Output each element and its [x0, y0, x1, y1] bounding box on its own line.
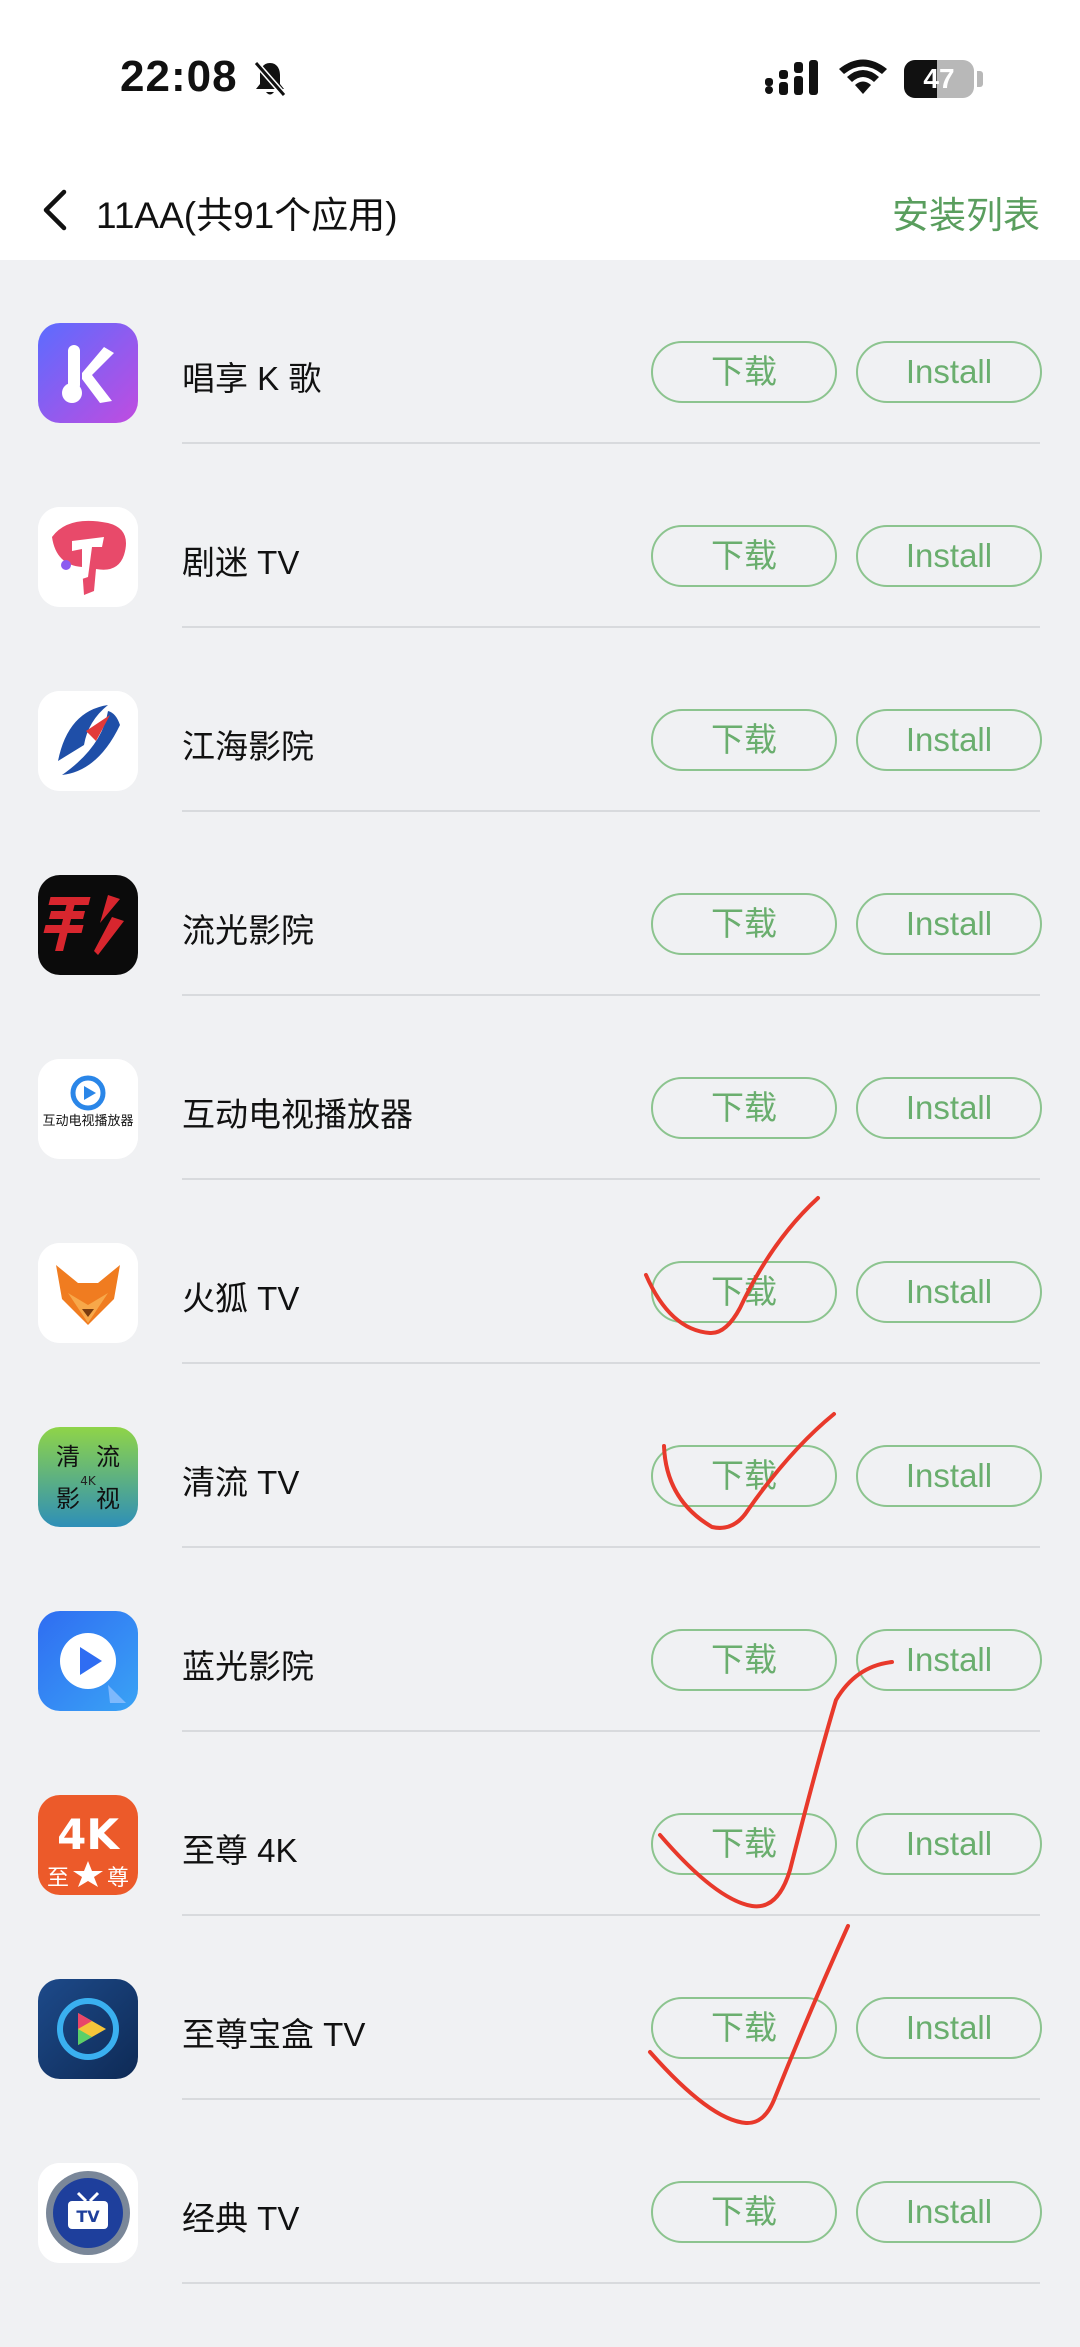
list-item: 清 流 影 视 4K 清流 TV 下载 Install: [0, 1364, 1080, 1548]
app-name: 至尊 4K: [182, 1832, 298, 1869]
install-button[interactable]: Install: [856, 893, 1042, 955]
list-item: 唱享 K 歌 下载 Install: [0, 260, 1080, 444]
qingliu-icon-text-2: 流: [96, 1443, 120, 1471]
fox-tv-icon[interactable]: [38, 1243, 138, 1343]
install-button[interactable]: Install: [856, 1997, 1042, 2059]
cellular-signal-icon: [765, 60, 818, 95]
classic-tv-icon[interactable]: TV: [38, 2163, 138, 2263]
app-list: 唱享 K 歌 下载 Install 剧迷 TV 下载 Install 江海影院 …: [0, 260, 1080, 2284]
zhizun-box-tv-icon[interactable]: [38, 1979, 138, 2079]
list-item: 流光影院 下载 Install: [0, 812, 1080, 996]
zhizun-icon-text-1: 至: [47, 1866, 69, 1891]
chevron-left-icon: [43, 189, 67, 231]
zhizun-4k-icon[interactable]: 4K 至 尊: [38, 1795, 138, 1895]
install-button[interactable]: Install: [856, 1261, 1042, 1323]
install-button[interactable]: Install: [856, 2181, 1042, 2243]
app-name: 至尊宝盒 TV: [182, 2016, 366, 2053]
app-name: 蓝光影院: [182, 1648, 314, 1685]
download-button[interactable]: 下载: [651, 341, 837, 403]
install-list-button[interactable]: 安装列表: [892, 185, 1040, 239]
app-name: 互动电视播放器: [182, 1096, 413, 1133]
battery-nub: [977, 71, 983, 87]
liuguang-cinema-icon[interactable]: [38, 875, 138, 975]
app-name: 清流 TV: [182, 1464, 300, 1501]
download-button[interactable]: 下载: [651, 1445, 837, 1507]
list-item: 互动电视播放器 互动电视播放器 下载 Install: [0, 996, 1080, 1180]
status-time: 22:08: [120, 52, 238, 101]
wifi-icon: [839, 59, 887, 94]
nav-bar: 11AA(共91个应用) 安装列表: [0, 160, 1080, 260]
list-item: TV 经典 TV 下载 Install: [0, 2100, 1080, 2284]
app-list-screen: 22:08 47 11AA(共91个应用) 安装列表 唱享 K 歌 下载 Ins…: [0, 0, 1080, 2347]
qingliu-icon-text-3: 影: [56, 1485, 80, 1513]
install-button[interactable]: Install: [856, 709, 1042, 771]
qingliu-icon-text-4k: 4K: [80, 1474, 97, 1488]
page-title: 11AA(共91个应用): [96, 195, 398, 236]
status-bar: 22:08 47: [0, 0, 1080, 160]
qingliu-icon-text-4: 视: [96, 1485, 120, 1513]
download-button[interactable]: 下载: [651, 2181, 837, 2243]
install-button[interactable]: Install: [856, 1077, 1042, 1139]
list-item: 蓝光影院 下载 Install: [0, 1548, 1080, 1732]
download-button[interactable]: 下载: [651, 1813, 837, 1875]
zhizun-icon-text-4k: 4K: [57, 1810, 120, 1859]
header: 22:08 47 11AA(共91个应用) 安装列表: [0, 0, 1080, 260]
blueray-play-icon[interactable]: [38, 1611, 138, 1711]
karaoke-k-icon[interactable]: [38, 323, 138, 423]
install-button[interactable]: Install: [856, 525, 1042, 587]
back-button[interactable]: [36, 180, 96, 240]
download-button[interactable]: 下载: [651, 709, 837, 771]
install-button[interactable]: Install: [856, 1445, 1042, 1507]
install-button[interactable]: Install: [856, 341, 1042, 403]
list-item: 至尊宝盒 TV 下载 Install: [0, 1916, 1080, 2100]
jumi-tv-icon[interactable]: [38, 507, 138, 607]
list-item: 剧迷 TV 下载 Install: [0, 444, 1080, 628]
jianghai-cinema-icon[interactable]: [38, 691, 138, 791]
download-button[interactable]: 下载: [651, 1261, 837, 1323]
battery-percent: 47: [923, 63, 955, 94]
hudong-tv-player-icon[interactable]: 互动电视播放器: [38, 1059, 138, 1159]
battery-indicator: 47: [904, 60, 974, 98]
app-name: 剧迷 TV: [182, 544, 300, 581]
divider: [182, 2282, 1040, 2284]
list-item: 4K 至 尊 至尊 4K 下载 Install: [0, 1732, 1080, 1916]
app-name: 火狐 TV: [182, 1280, 300, 1317]
download-button[interactable]: 下载: [651, 893, 837, 955]
install-button[interactable]: Install: [856, 1813, 1042, 1875]
download-button[interactable]: 下载: [651, 1997, 837, 2059]
classic-tv-icon-text: TV: [76, 2207, 100, 2226]
bell-muted-icon: [253, 61, 287, 97]
app-name: 江海影院: [182, 728, 314, 765]
qingliu-tv-icon[interactable]: 清 流 影 视 4K: [38, 1427, 138, 1527]
qingliu-icon-text-1: 清: [56, 1443, 80, 1471]
download-button[interactable]: 下载: [651, 1629, 837, 1691]
install-button[interactable]: Install: [856, 1629, 1042, 1691]
app-name: 唱享 K 歌: [182, 360, 322, 397]
list-item: 火狐 TV 下载 Install: [0, 1180, 1080, 1364]
hudong-icon-text: 互动电视播放器: [42, 1114, 133, 1129]
zhizun-icon-text-2: 尊: [107, 1866, 129, 1891]
list-item: 江海影院 下载 Install: [0, 628, 1080, 812]
app-name: 经典 TV: [182, 2200, 300, 2237]
download-button[interactable]: 下载: [651, 525, 837, 587]
app-name: 流光影院: [182, 912, 314, 949]
download-button[interactable]: 下载: [651, 1077, 837, 1139]
